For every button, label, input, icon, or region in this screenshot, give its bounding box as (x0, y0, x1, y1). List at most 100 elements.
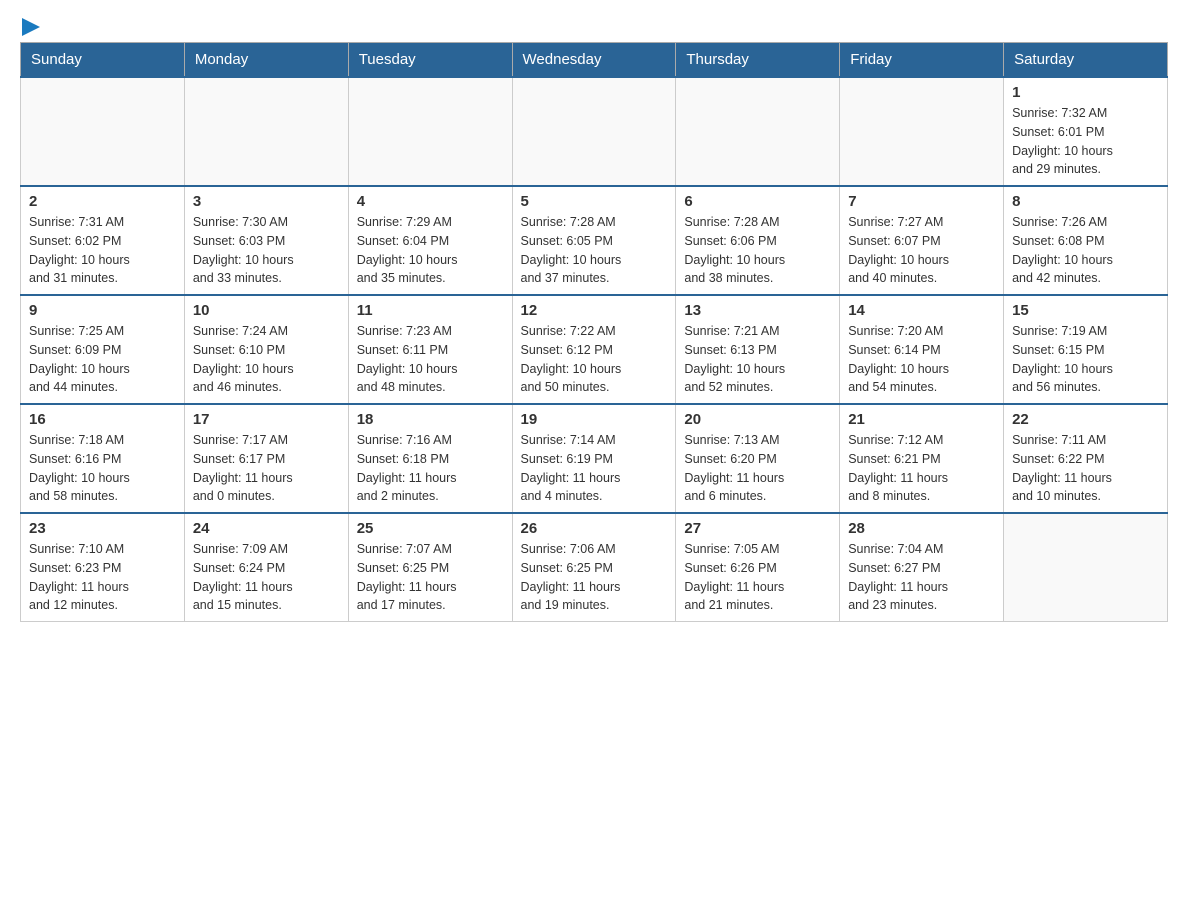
day-cell (512, 77, 676, 186)
day-cell: 9 Sunrise: 7:25 AMSunset: 6:09 PMDaylight… (21, 295, 185, 404)
day-number: 12 (521, 302, 668, 319)
day-cell: 7 Sunrise: 7:27 AMSunset: 6:07 PMDaylight… (840, 186, 1004, 295)
day-info: Sunrise: 7:11 AMSunset: 6:22 PMDaylight:… (1012, 431, 1159, 506)
week-row-3: 9 Sunrise: 7:25 AMSunset: 6:09 PMDaylight… (21, 295, 1168, 404)
day-info: Sunrise: 7:24 AMSunset: 6:10 PMDaylight:… (193, 322, 340, 397)
day-cell: 22 Sunrise: 7:11 AMSunset: 6:22 PMDayligh… (1004, 404, 1168, 513)
day-info: Sunrise: 7:21 AMSunset: 6:13 PMDaylight:… (684, 322, 831, 397)
day-info: Sunrise: 7:10 AMSunset: 6:23 PMDaylight:… (29, 540, 176, 615)
day-info: Sunrise: 7:17 AMSunset: 6:17 PMDaylight:… (193, 431, 340, 506)
day-number: 24 (193, 520, 340, 537)
day-cell: 2Sunrise: 7:31 AMSunset: 6:02 PMDaylight… (21, 186, 185, 295)
day-number: 22 (1012, 411, 1159, 428)
day-number: 7 (848, 193, 995, 210)
day-cell: 21 Sunrise: 7:12 AMSunset: 6:21 PMDayligh… (840, 404, 1004, 513)
logo-arrow-icon (22, 18, 40, 36)
day-number: 20 (684, 411, 831, 428)
week-row-4: 16 Sunrise: 7:18 AMSunset: 6:16 PMDayligh… (21, 404, 1168, 513)
day-cell: 12 Sunrise: 7:22 AMSunset: 6:12 PMDayligh… (512, 295, 676, 404)
day-cell: 6 Sunrise: 7:28 AMSunset: 6:06 PMDaylight… (676, 186, 840, 295)
day-cell: 4 Sunrise: 7:29 AMSunset: 6:04 PMDaylight… (348, 186, 512, 295)
day-cell: 13 Sunrise: 7:21 AMSunset: 6:13 PMDayligh… (676, 295, 840, 404)
week-row-5: 23 Sunrise: 7:10 AMSunset: 6:23 PMDayligh… (21, 513, 1168, 622)
day-info: Sunrise: 7:18 AMSunset: 6:16 PMDaylight:… (29, 431, 176, 506)
day-number: 19 (521, 411, 668, 428)
day-info: Sunrise: 7:28 AMSunset: 6:06 PMDaylight:… (684, 213, 831, 288)
day-cell: 1Sunrise: 7:32 AMSunset: 6:01 PMDaylight… (1004, 77, 1168, 186)
day-cell: 15 Sunrise: 7:19 AMSunset: 6:15 PMDayligh… (1004, 295, 1168, 404)
day-info: Sunrise: 7:19 AMSunset: 6:15 PMDaylight:… (1012, 322, 1159, 397)
day-number: 6 (684, 193, 831, 210)
day-number: 23 (29, 520, 176, 537)
day-cell: 28 Sunrise: 7:04 AMSunset: 6:27 PMDayligh… (840, 513, 1004, 622)
day-number: 28 (848, 520, 995, 537)
day-cell (1004, 513, 1168, 622)
day-info: Sunrise: 7:22 AMSunset: 6:12 PMDaylight:… (521, 322, 668, 397)
day-cell: 8 Sunrise: 7:26 AMSunset: 6:08 PMDaylight… (1004, 186, 1168, 295)
col-header-thursday: Thursday (676, 43, 840, 78)
day-number: 11 (357, 302, 504, 319)
logo (20, 20, 40, 32)
day-number: 14 (848, 302, 995, 319)
day-number: 8 (1012, 193, 1159, 210)
day-number: 5 (521, 193, 668, 210)
col-header-wednesday: Wednesday (512, 43, 676, 78)
day-cell: 25 Sunrise: 7:07 AMSunset: 6:25 PMDayligh… (348, 513, 512, 622)
day-cell (840, 77, 1004, 186)
day-number: 4 (357, 193, 504, 210)
col-header-monday: Monday (184, 43, 348, 78)
col-header-tuesday: Tuesday (348, 43, 512, 78)
day-number: 21 (848, 411, 995, 428)
day-number: 16 (29, 411, 176, 428)
day-number: 15 (1012, 302, 1159, 319)
day-info: Sunrise: 7:09 AMSunset: 6:24 PMDaylight:… (193, 540, 340, 615)
day-cell (348, 77, 512, 186)
day-info: Sunrise: 7:06 AMSunset: 6:25 PMDaylight:… (521, 540, 668, 615)
col-header-saturday: Saturday (1004, 43, 1168, 78)
day-cell: 26Sunrise: 7:06 AMSunset: 6:25 PMDayligh… (512, 513, 676, 622)
day-number: 17 (193, 411, 340, 428)
day-info: Sunrise: 7:30 AMSunset: 6:03 PMDaylight:… (193, 213, 340, 288)
day-cell: 18 Sunrise: 7:16 AMSunset: 6:18 PMDayligh… (348, 404, 512, 513)
day-number: 13 (684, 302, 831, 319)
page-header (20, 20, 1168, 32)
day-cell: 3 Sunrise: 7:30 AMSunset: 6:03 PMDaylight… (184, 186, 348, 295)
day-cell: 10 Sunrise: 7:24 AMSunset: 6:10 PMDayligh… (184, 295, 348, 404)
day-info: Sunrise: 7:27 AMSunset: 6:07 PMDaylight:… (848, 213, 995, 288)
day-number: 18 (357, 411, 504, 428)
day-info: Sunrise: 7:23 AMSunset: 6:11 PMDaylight:… (357, 322, 504, 397)
calendar-table: SundayMondayTuesdayWednesdayThursdayFrid… (20, 42, 1168, 622)
day-number: 10 (193, 302, 340, 319)
day-info: Sunrise: 7:16 AMSunset: 6:18 PMDaylight:… (357, 431, 504, 506)
day-number: 9 (29, 302, 176, 319)
week-row-2: 2Sunrise: 7:31 AMSunset: 6:02 PMDaylight… (21, 186, 1168, 295)
day-info: Sunrise: 7:20 AMSunset: 6:14 PMDaylight:… (848, 322, 995, 397)
day-info: Sunrise: 7:32 AMSunset: 6:01 PMDaylight:… (1012, 104, 1159, 179)
day-cell: 19 Sunrise: 7:14 AMSunset: 6:19 PMDayligh… (512, 404, 676, 513)
day-info: Sunrise: 7:25 AMSunset: 6:09 PMDaylight:… (29, 322, 176, 397)
day-info: Sunrise: 7:28 AMSunset: 6:05 PMDaylight:… (521, 213, 668, 288)
day-info: Sunrise: 7:26 AMSunset: 6:08 PMDaylight:… (1012, 213, 1159, 288)
day-info: Sunrise: 7:07 AMSunset: 6:25 PMDaylight:… (357, 540, 504, 615)
day-cell: 16 Sunrise: 7:18 AMSunset: 6:16 PMDayligh… (21, 404, 185, 513)
calendar-header-row: SundayMondayTuesdayWednesdayThursdayFrid… (21, 43, 1168, 78)
day-cell: 14 Sunrise: 7:20 AMSunset: 6:14 PMDayligh… (840, 295, 1004, 404)
day-info: Sunrise: 7:04 AMSunset: 6:27 PMDaylight:… (848, 540, 995, 615)
day-info: Sunrise: 7:14 AMSunset: 6:19 PMDaylight:… (521, 431, 668, 506)
day-number: 2 (29, 193, 176, 210)
col-header-friday: Friday (840, 43, 1004, 78)
day-cell (21, 77, 185, 186)
day-info: Sunrise: 7:05 AMSunset: 6:26 PMDaylight:… (684, 540, 831, 615)
col-header-sunday: Sunday (21, 43, 185, 78)
day-cell: 5 Sunrise: 7:28 AMSunset: 6:05 PMDaylight… (512, 186, 676, 295)
day-cell: 17 Sunrise: 7:17 AMSunset: 6:17 PMDayligh… (184, 404, 348, 513)
day-cell: 20Sunrise: 7:13 AMSunset: 6:20 PMDayligh… (676, 404, 840, 513)
day-number: 27 (684, 520, 831, 537)
day-number: 3 (193, 193, 340, 210)
day-cell: 11 Sunrise: 7:23 AMSunset: 6:11 PMDayligh… (348, 295, 512, 404)
day-number: 25 (357, 520, 504, 537)
day-info: Sunrise: 7:12 AMSunset: 6:21 PMDaylight:… (848, 431, 995, 506)
day-cell (184, 77, 348, 186)
day-info: Sunrise: 7:29 AMSunset: 6:04 PMDaylight:… (357, 213, 504, 288)
day-cell: 23 Sunrise: 7:10 AMSunset: 6:23 PMDayligh… (21, 513, 185, 622)
